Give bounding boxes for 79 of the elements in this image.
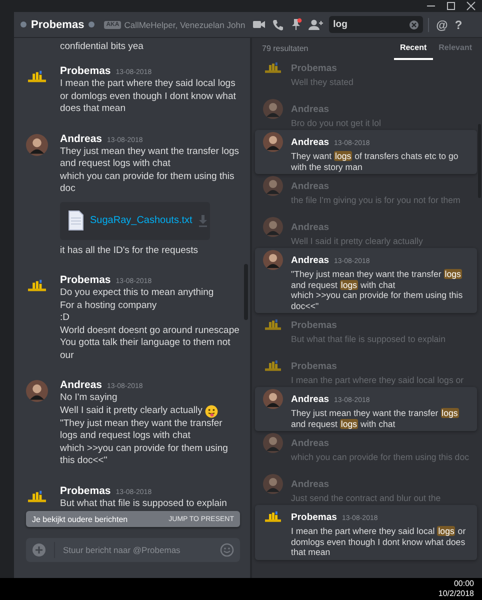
search-box[interactable]: log <box>329 16 424 33</box>
author-name: Probemas <box>60 65 111 77</box>
maximize-icon <box>446 1 456 11</box>
author-name: Probemas <box>291 360 337 372</box>
sort-tab[interactable]: Recent <box>394 38 433 60</box>
message-composer[interactable]: Stuur bericht naar @Probemas <box>26 538 240 562</box>
download-icon <box>198 214 208 226</box>
message-text: the file I'm giving you is for you not for them <box>291 195 462 206</box>
author-name: Andreas <box>291 222 330 232</box>
message-text: You gotta talk their language to them not our <box>60 337 232 362</box>
author-name: Andreas <box>291 255 330 266</box>
taskbar-time: 00:00 <box>454 579 474 589</box>
author-name: Andreas <box>291 478 330 490</box>
author-name: Probemas <box>60 484 111 496</box>
search-field[interactable]: log <box>333 18 406 32</box>
author-name: Andreas <box>291 181 330 192</box>
author-name: Andreas <box>291 438 330 449</box>
author-name: Probemas <box>291 512 337 523</box>
message-text: which you can provide for them using this doc <box>60 170 236 196</box>
message-text: Bro do you not get it lol <box>291 118 382 128</box>
taskbar-date: 10/2/2018 <box>438 589 474 599</box>
author-name: Probemas <box>60 274 111 286</box>
add-user-icon <box>308 18 324 30</box>
aka-names: CallMeHelper, Venezuelan John <box>124 20 246 30</box>
author-name: Andreas <box>60 379 102 391</box>
help-button[interactable]: ? <box>452 18 464 32</box>
message-text: Well I said it pretty clearly actually <box>60 404 202 418</box>
message-text: "They just mean they want the transfer logs and request logs with chat which >>you can provide for them using this doc<<" <box>291 269 464 311</box>
phone-icon <box>272 18 284 30</box>
message-text: Do you expect this to mean anything <box>60 287 215 300</box>
message-text: I mean the part where they said local logs or domlogs even though I dont know what does that mean <box>60 78 237 116</box>
file-link[interactable]: SugaRay_Cashouts.txt <box>90 215 192 226</box>
smiley-icon <box>220 543 234 557</box>
message-text: World doesnt doesnt go around runescape <box>60 324 240 337</box>
avatar-silhouette <box>263 98 283 118</box>
add-icon <box>32 543 46 557</box>
banner-text: Je bekijkt oudere berichten <box>32 514 128 524</box>
author-name: Andreas <box>291 137 330 148</box>
message-text: I mean the part where they said local logs or <box>291 374 465 385</box>
username: Probemas <box>31 18 84 30</box>
avatar-silhouette <box>263 176 283 196</box>
message-text: :D <box>60 312 70 324</box>
message-text: Just send the contract and blur out the <box>291 492 442 503</box>
message-text: But what that file is supposed to explain <box>60 498 228 510</box>
message-text: confidential bits yea <box>59 41 144 52</box>
message-text: Well I said it pretty clearly actually <box>291 236 424 246</box>
author-name: Andreas <box>60 132 102 144</box>
message-text: But what that file is supposed to explain <box>291 334 447 344</box>
avatar-silhouette <box>263 132 283 152</box>
message-text: which >>you can provide for them using this doc<<" <box>60 442 229 468</box>
message-text: it has all the ID's for the requests <box>60 244 200 257</box>
avatar-silhouette <box>263 474 283 494</box>
avatar-silhouette <box>263 389 283 409</box>
message-text: They want logs of transfers chats etc to go with the story man <box>291 151 460 172</box>
author-name: Andreas <box>291 394 330 405</box>
close-icon <box>466 1 476 11</box>
avatar-silhouette <box>26 380 48 402</box>
message-text: For a hosting company <box>60 300 158 312</box>
mention-button[interactable]: @ <box>434 18 450 32</box>
avatar-silhouette <box>263 433 283 453</box>
message-text: which you can provide for them using this doc <box>291 452 470 462</box>
message-text: I mean the part where they said local logs or domlogs even though I dont know what does that mean <box>291 526 467 558</box>
author-name: Andreas <box>291 104 330 114</box>
message-text: Well they stated <box>291 77 354 88</box>
status-icon <box>20 21 27 28</box>
author-name: Probemas <box>291 320 337 331</box>
avatar-silhouette <box>26 134 48 156</box>
clear-icon <box>409 20 420 30</box>
file-icon <box>68 210 84 231</box>
message-text: They just mean they want the transfer logs and request logs with chat <box>291 408 460 429</box>
author-name: Probemas <box>291 63 337 74</box>
result-count: 79 resultaten <box>262 44 310 52</box>
message-text: No I'm saying <box>60 392 118 404</box>
video-camera-icon <box>253 19 266 30</box>
avatar-silhouette <box>263 250 283 270</box>
pin-icon <box>290 18 302 31</box>
avatar-silhouette <box>263 216 283 236</box>
status-icon <box>88 21 96 28</box>
message-input[interactable]: Stuur bericht naar @Probemas <box>54 542 212 558</box>
